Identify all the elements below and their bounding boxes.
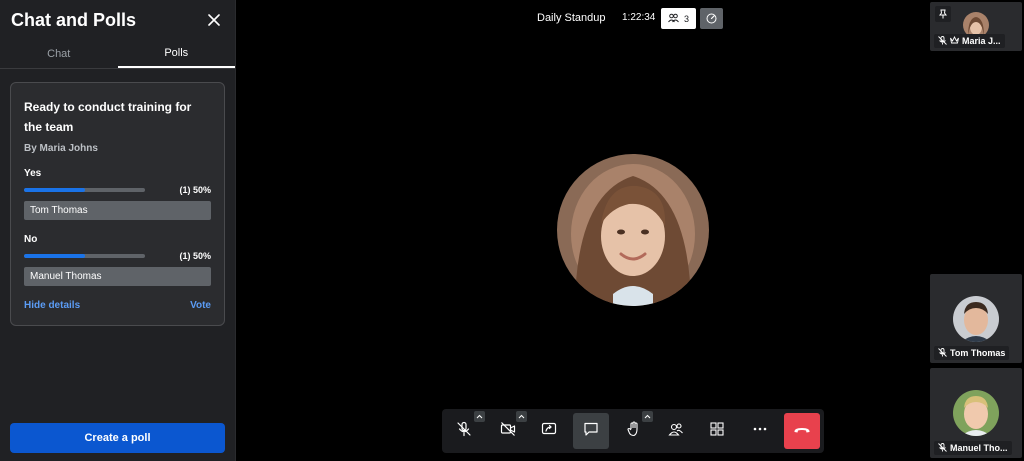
people-icon [668,13,679,25]
more-icon [752,421,768,442]
participant-name-tag: Maria J... [934,34,1005,48]
participant-name-tag: Manuel Tho... [934,441,1012,455]
poll-result-text: (1) 50% [179,185,211,195]
participants-count: 3 [683,13,689,24]
avatar [953,296,999,342]
participants-button[interactable] [658,413,694,449]
mic-off-icon [938,442,947,454]
poll-option-no: No (1) 50% Manuel Thomas [24,234,211,286]
crown-icon [950,35,959,46]
participant-tile-tom[interactable]: Tom Thomas [930,274,1022,363]
poll-voter: Manuel Thomas [24,267,211,286]
mic-off-icon [938,347,947,359]
meeting-app: Chat and Polls Chat Polls Ready to condu… [0,0,1024,461]
end-call-button[interactable] [784,413,820,449]
meeting-timer: 1:22:34 [622,12,656,23]
poll-voter: Tom Thomas [24,201,211,220]
hide-details-link[interactable]: Hide details [24,300,80,311]
participant-tile-maria[interactable]: Maria J... [930,2,1022,51]
poll-result-text: (1) 50% [179,251,211,261]
camera-options-caret[interactable] [516,411,527,422]
reactions-caret[interactable] [642,411,653,422]
chat-icon [583,421,599,442]
avatar [953,390,999,436]
chat-button[interactable] [573,413,609,449]
meeting-toolbar [442,409,824,453]
tab-chat[interactable]: Chat [0,40,118,68]
create-poll-button[interactable]: Create a poll [10,423,225,453]
poll-option-yes: Yes (1) 50% Tom Thomas [24,168,211,220]
camera-off-icon [500,421,516,442]
poll-card: Ready to conduct training for the team B… [10,82,225,326]
mic-off-icon [938,35,947,47]
participants-icon [668,421,684,442]
poll-result-bar [24,188,145,192]
poll-result-bar-fill [24,188,85,192]
participant-name: Manuel Tho... [950,443,1008,453]
participant-name: Maria J... [962,36,1001,46]
screen-share-button[interactable] [531,413,567,449]
sidebar-title: Chat and Polls [11,9,137,30]
participant-tile-manuel[interactable]: Manuel Tho... [930,368,1022,458]
poll-author: By Maria Johns [24,143,98,154]
poll-result-bar [24,254,145,258]
end-call-icon [793,422,811,440]
poll-question: Ready to conduct training for the team [24,100,192,134]
close-icon[interactable] [205,11,223,29]
poll-card-footer: Hide details Vote [24,300,211,311]
poll-option-label: Yes [24,168,42,179]
layout-button[interactable] [699,413,735,449]
sidebar-tabs: Chat Polls [0,40,235,69]
speaker-avatar [557,154,709,306]
mic-options-caret[interactable] [474,411,485,422]
participants-badge[interactable]: 3 [661,8,696,29]
screen-share-icon [541,421,557,442]
participant-name: Tom Thomas [950,348,1006,358]
meeting-title: Daily Standup [537,12,606,24]
chat-polls-sidebar: Chat and Polls Chat Polls Ready to condu… [0,0,236,461]
pin-icon[interactable] [935,6,951,22]
raise-hand-icon [626,420,642,442]
grid-icon [709,421,725,442]
sidebar-header: Chat and Polls [0,0,235,40]
more-options-button[interactable] [742,413,778,449]
speed-icon[interactable] [700,8,723,29]
participant-name-tag: Tom Thomas [934,346,1010,360]
poll-result-bar-fill [24,254,85,258]
vote-link[interactable]: Vote [190,300,211,311]
poll-option-label: No [24,234,38,245]
tab-polls[interactable]: Polls [117,40,235,68]
mic-off-icon [456,421,472,442]
